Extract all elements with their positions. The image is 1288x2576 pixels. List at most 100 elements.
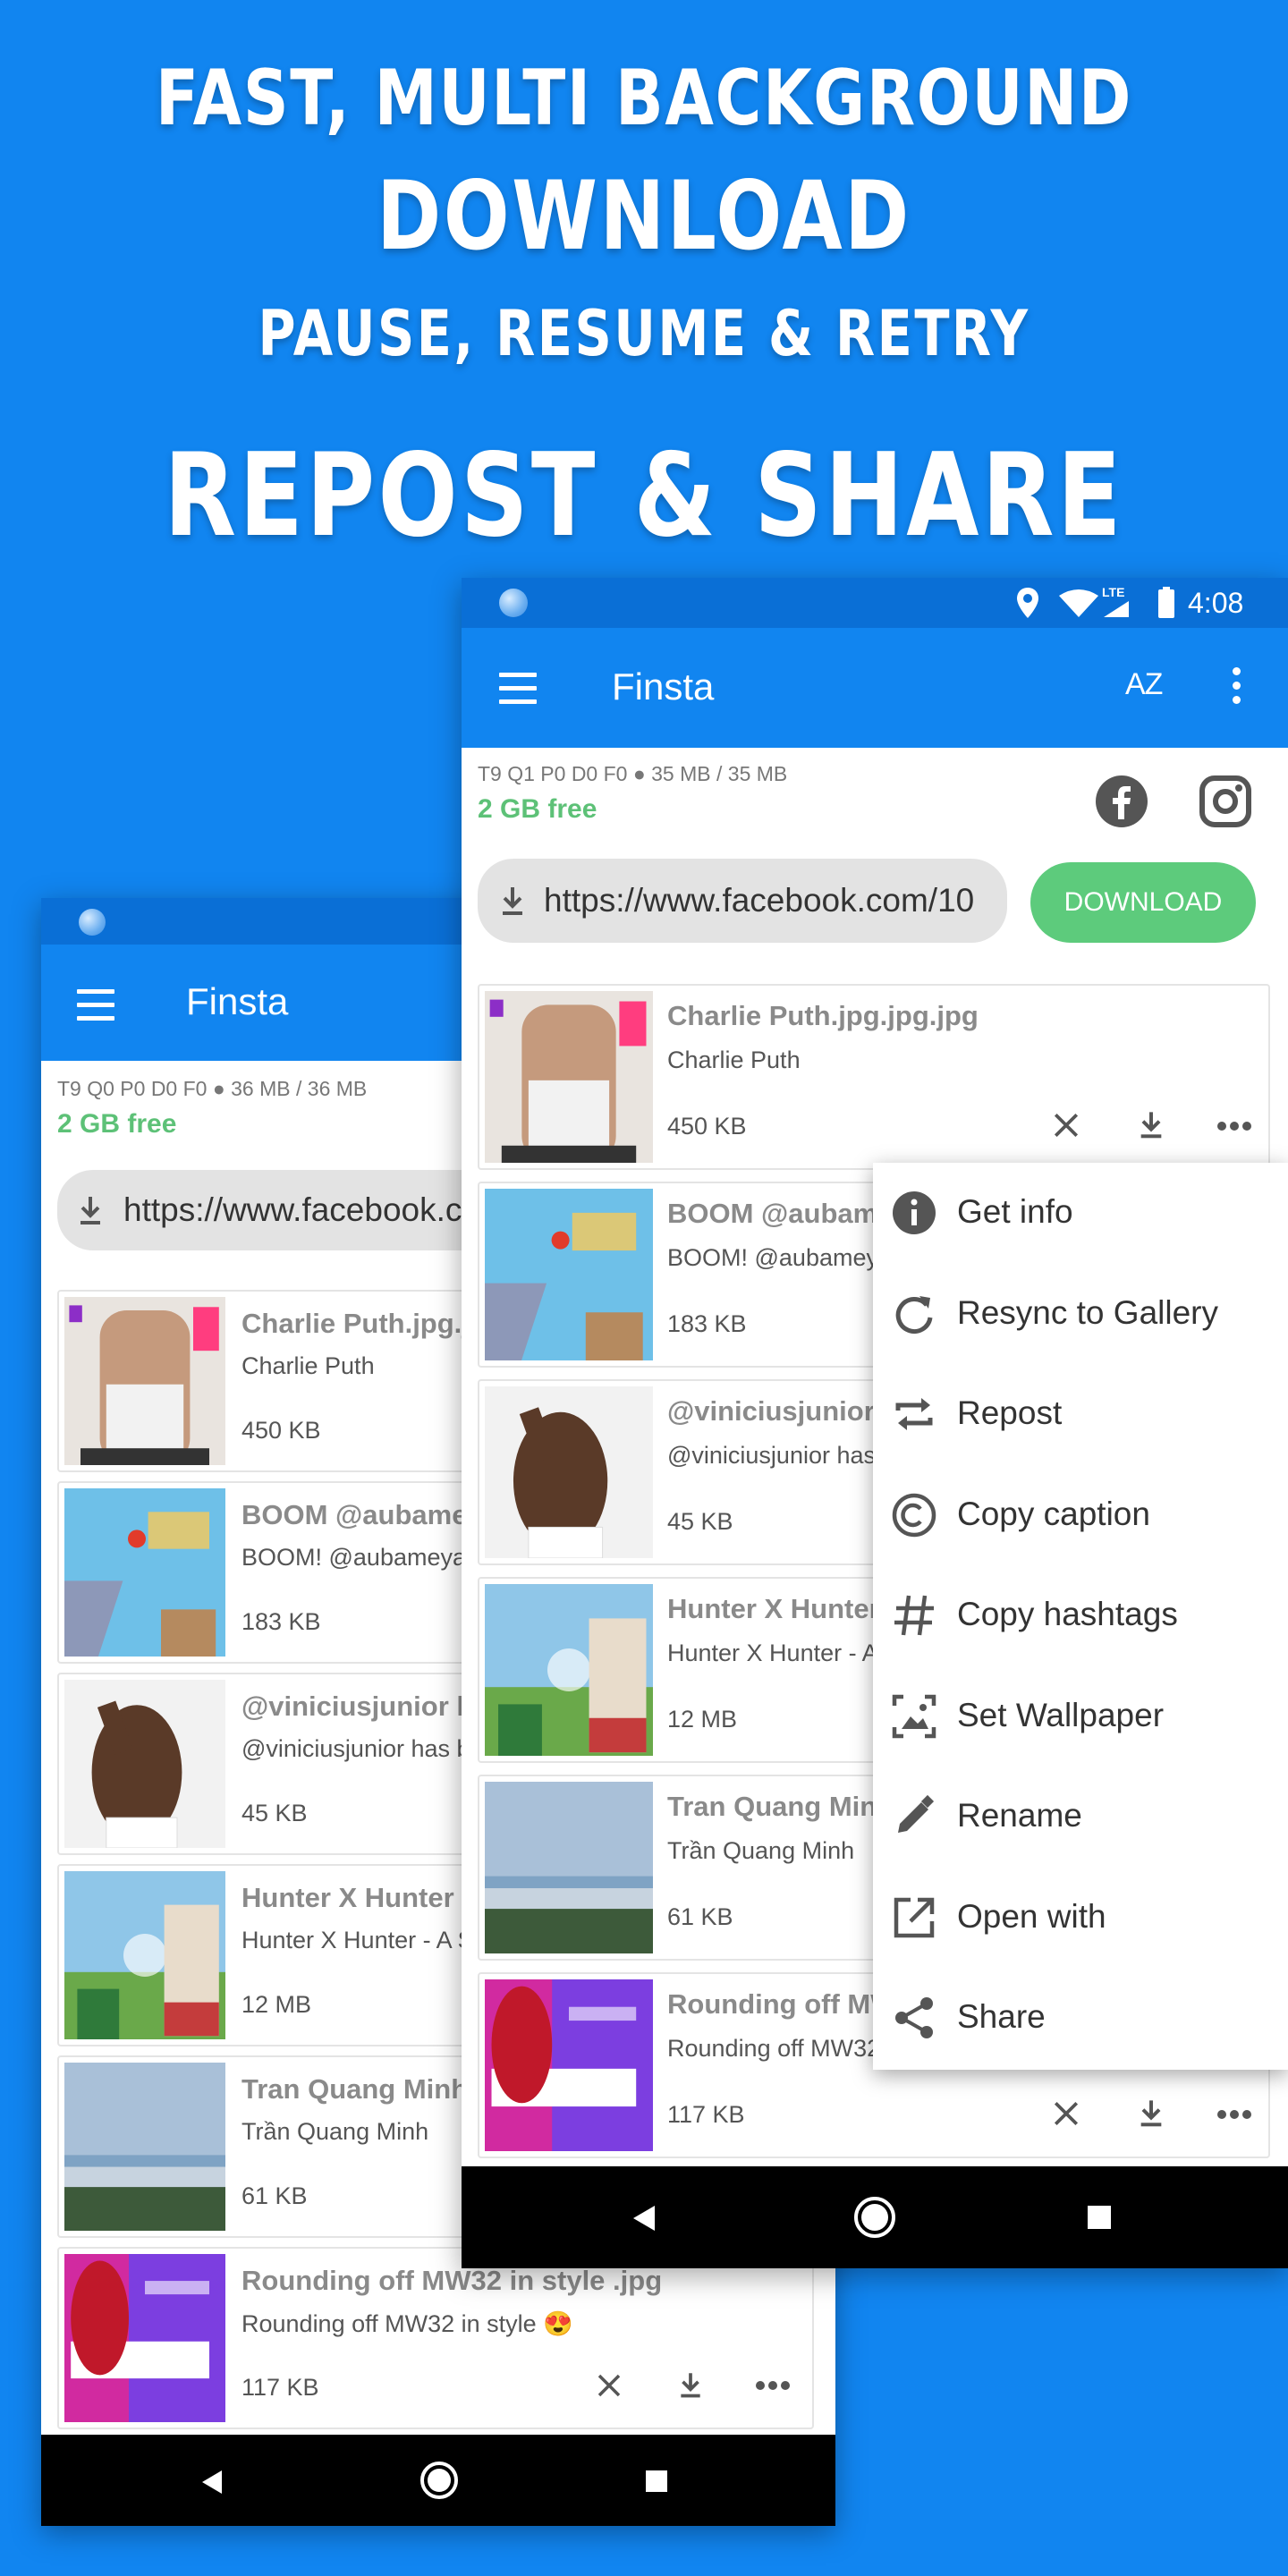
download-icon [80, 1197, 100, 1224]
wallpaper-icon [891, 1693, 937, 1740]
item-size: 61 KB [667, 1903, 733, 1930]
app-title: Finsta [612, 665, 715, 708]
item-subtitle: @viniciusjunior has b [242, 1735, 470, 1762]
item-title: Tran Quang Minh [667, 1791, 894, 1822]
menu-item-repost[interactable]: Repost [873, 1366, 1288, 1466]
menu-item-label: Repost [957, 1394, 1063, 1431]
clock: 4:08 [1188, 587, 1244, 619]
recents-nav-icon[interactable] [1086, 2204, 1113, 2231]
more-horiz-icon[interactable] [1216, 2108, 1252, 2119]
thumbnail-image [64, 1297, 225, 1465]
menu-item-share[interactable]: Share [873, 1970, 1288, 2070]
download-icon[interactable] [676, 2370, 705, 2399]
wifi-icon [1059, 589, 1098, 617]
download-list-item[interactable]: Charlie Puth.jpg.jpg.jpg Charlie Puth 450 … [478, 984, 1270, 1170]
download-list-item[interactable]: Rounding off MW32 in style .jpg Rounding … [57, 2247, 814, 2429]
instagram-icon[interactable] [1199, 775, 1252, 828]
recents-nav-icon[interactable] [644, 2469, 669, 2494]
headline-line-1: FAST, MULTI BACKGROUND [155, 54, 1133, 143]
item-size: 117 KB [667, 2101, 745, 2128]
open-external-icon [891, 1894, 937, 1941]
hashtag-icon [891, 1592, 937, 1639]
menu-hamburger-icon[interactable] [499, 673, 537, 704]
menu-item-open-external[interactable]: Open with [873, 1869, 1288, 1970]
pencil-icon [891, 1793, 937, 1840]
item-subtitle: Rounding off MW32 [667, 2035, 881, 2062]
menu-item-copyright[interactable]: Copy caption [873, 1467, 1288, 1567]
item-title: Hunter X Hunter [667, 1593, 880, 1624]
copyright-icon [891, 1492, 937, 1538]
share-icon [891, 1995, 937, 2041]
headline-line-3: PAUSE, RESUME & RETRY [258, 297, 1030, 370]
item-subtitle: Hunter X Hunter - A S [242, 1927, 474, 1953]
item-size: 450 KB [242, 1417, 321, 1444]
notification-dot-icon [499, 589, 528, 617]
item-title: Rounding off MW32 in style .jpg [242, 2265, 663, 2296]
free-space: 2 GB free [57, 1109, 177, 1139]
menu-item-label: Copy hashtags [957, 1596, 1178, 1632]
url-input-value: https://www.facebook.com/10 [544, 882, 975, 919]
thumbnail-image [485, 1584, 653, 1756]
download-icon[interactable] [1136, 1109, 1166, 1140]
thumbnail-image [64, 2063, 225, 2231]
cancel-icon[interactable] [1052, 2099, 1080, 2128]
thumbnail-image [64, 2254, 225, 2422]
free-space: 2 GB free [478, 794, 597, 824]
location-icon [1017, 588, 1038, 618]
menu-item-label: Set Wallpaper [957, 1696, 1165, 1733]
item-size: 45 KB [667, 1508, 733, 1535]
item-size: 450 KB [667, 1113, 747, 1140]
item-size: 12 MB [667, 1706, 738, 1733]
notification-dot-icon [79, 909, 106, 936]
item-subtitle: Charlie Puth [667, 1046, 801, 1073]
headline-line-4: REPOST & SHARE [164, 429, 1124, 563]
thumbnail-image [485, 1782, 653, 1953]
nav-bar [462, 2166, 1288, 2268]
url-input[interactable]: https://www.facebook.com/10 [57, 1170, 522, 1250]
back-nav-icon[interactable] [200, 2469, 224, 2496]
menu-item-refresh[interactable]: Resync to Gallery [873, 1266, 1288, 1366]
menu-item-label: Open with [957, 1897, 1106, 1935]
app-toolbar: Finsta AZ [462, 628, 1288, 748]
menu-item-wallpaper[interactable]: Set Wallpaper [873, 1668, 1288, 1768]
sort-az-icon[interactable]: AZ [1125, 667, 1163, 702]
back-nav-icon[interactable] [631, 2204, 657, 2233]
item-size: 183 KB [242, 1608, 321, 1635]
network-type: LTE [1102, 585, 1125, 599]
item-subtitle: Rounding off MW32 in style 😍 [242, 2310, 573, 2337]
thumbnail-image [485, 1189, 653, 1360]
more-vert-icon[interactable] [1233, 667, 1241, 704]
queue-stats: T9 Q1 P0 D0 F0 ● 35 MB / 35 MB [478, 762, 788, 785]
refresh-icon [891, 1291, 937, 1337]
download-icon [503, 887, 522, 915]
sort-label: AZ [1125, 667, 1163, 701]
menu-item-label: Share [957, 1998, 1046, 2035]
cancel-icon[interactable] [1052, 1111, 1080, 1140]
item-title: Charlie Puth.jpg.jpg.jpg [667, 1000, 979, 1031]
menu-hamburger-icon[interactable] [77, 989, 114, 1021]
menu-item-hashtag[interactable]: Copy hashtags [873, 1567, 1288, 1667]
thumbnail-image [64, 1680, 225, 1848]
url-input[interactable]: https://www.facebook.com/10 [478, 859, 1007, 943]
item-subtitle: Charlie Puth [242, 1352, 375, 1379]
thumbnail-image [485, 991, 653, 1163]
item-size: 117 KB [242, 2374, 319, 2401]
status-bar: LTE 4:08 [462, 578, 1288, 628]
more-horiz-icon[interactable] [755, 2379, 791, 2390]
info-icon [891, 1190, 937, 1236]
more-horiz-icon[interactable] [1216, 1120, 1252, 1131]
menu-item-label: Resync to Gallery [957, 1293, 1218, 1331]
home-nav-icon[interactable] [419, 2460, 460, 2501]
item-subtitle: Hunter X Hunter - A [667, 1640, 878, 1666]
app-title: Finsta [186, 980, 289, 1022]
download-icon[interactable] [1136, 2097, 1166, 2128]
item-title: Tran Quang Minh [242, 2073, 469, 2105]
item-subtitle: Trần Quang Minh [242, 2118, 429, 2145]
home-nav-icon[interactable] [852, 2195, 897, 2240]
cancel-icon[interactable] [596, 2372, 623, 2399]
context-menu: Get info Resync to Gallery Repost Copy capt… [873, 1163, 1288, 2070]
facebook-icon[interactable] [1095, 775, 1148, 828]
download-button[interactable]: DOWNLOAD [1030, 862, 1256, 943]
menu-item-pencil[interactable]: Rename [873, 1768, 1288, 1868]
menu-item-info[interactable]: Get info [873, 1165, 1288, 1265]
